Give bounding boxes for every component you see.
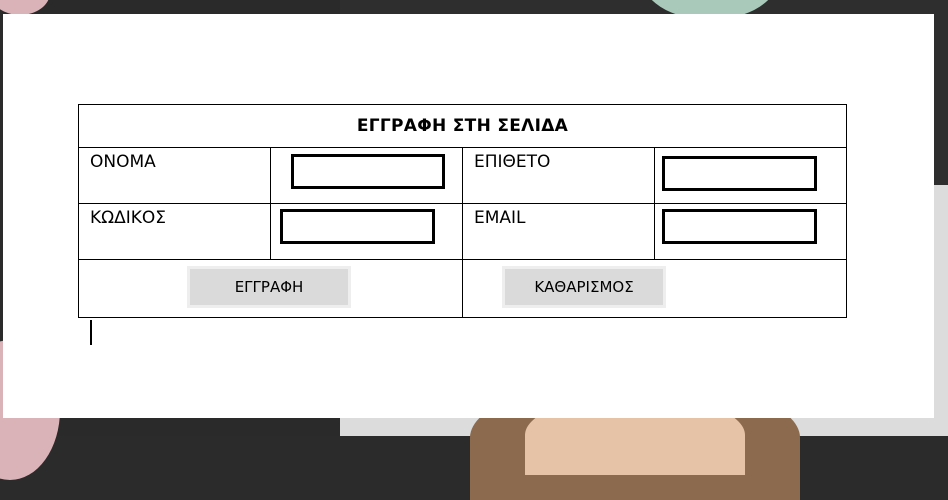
form-title: ΕΓΓΡΑΦΗ ΣΤΗ ΣΕΛΙΔΑ bbox=[77, 104, 848, 148]
code-field-cell bbox=[270, 203, 463, 260]
clear-button-cell: ΚΑΘΑΡΙΣΜΟΣ bbox=[461, 259, 848, 318]
register-button[interactable]: ΕΓΓΡΑΦΗ bbox=[187, 266, 351, 308]
email-label-cell: EMAIL bbox=[462, 203, 655, 260]
last-name-field-cell bbox=[653, 147, 848, 204]
last-name-label: ΕΠΙΘΕΤΟ bbox=[474, 152, 551, 172]
text-cursor bbox=[90, 320, 92, 345]
document-page[interactable]: ΕΓΓΡΑΦΗ ΣΤΗ ΣΕΛΙΔΑ ΟΝΟΜΑ ΕΠΙΘΕΤΟ ΚΩΔΙΚΟΣ bbox=[3, 14, 934, 418]
register-button-cell: ΕΓΓΡΑΦΗ bbox=[78, 259, 463, 318]
code-input[interactable] bbox=[280, 209, 435, 244]
email-field-cell bbox=[653, 203, 848, 260]
first-name-label-cell: ΟΝΟΜΑ bbox=[78, 147, 271, 204]
last-name-input[interactable] bbox=[662, 156, 817, 191]
code-label: ΚΩΔΙΚΟΣ bbox=[90, 208, 167, 228]
first-name-input[interactable] bbox=[291, 154, 445, 189]
first-name-label: ΟΝΟΜΑ bbox=[90, 152, 156, 172]
registration-form-table: ΕΓΓΡΑΦΗ ΣΤΗ ΣΕΛΙΔΑ ΟΝΟΜΑ ΕΠΙΘΕΤΟ ΚΩΔΙΚΟΣ bbox=[77, 104, 848, 318]
email-label: EMAIL bbox=[474, 208, 526, 228]
code-label-cell: ΚΩΔΙΚΟΣ bbox=[78, 203, 271, 260]
last-name-label-cell: ΕΠΙΘΕΤΟ bbox=[462, 147, 655, 204]
clear-button[interactable]: ΚΑΘΑΡΙΣΜΟΣ bbox=[502, 266, 666, 308]
first-name-field-cell bbox=[270, 147, 463, 204]
email-input[interactable] bbox=[662, 209, 817, 244]
